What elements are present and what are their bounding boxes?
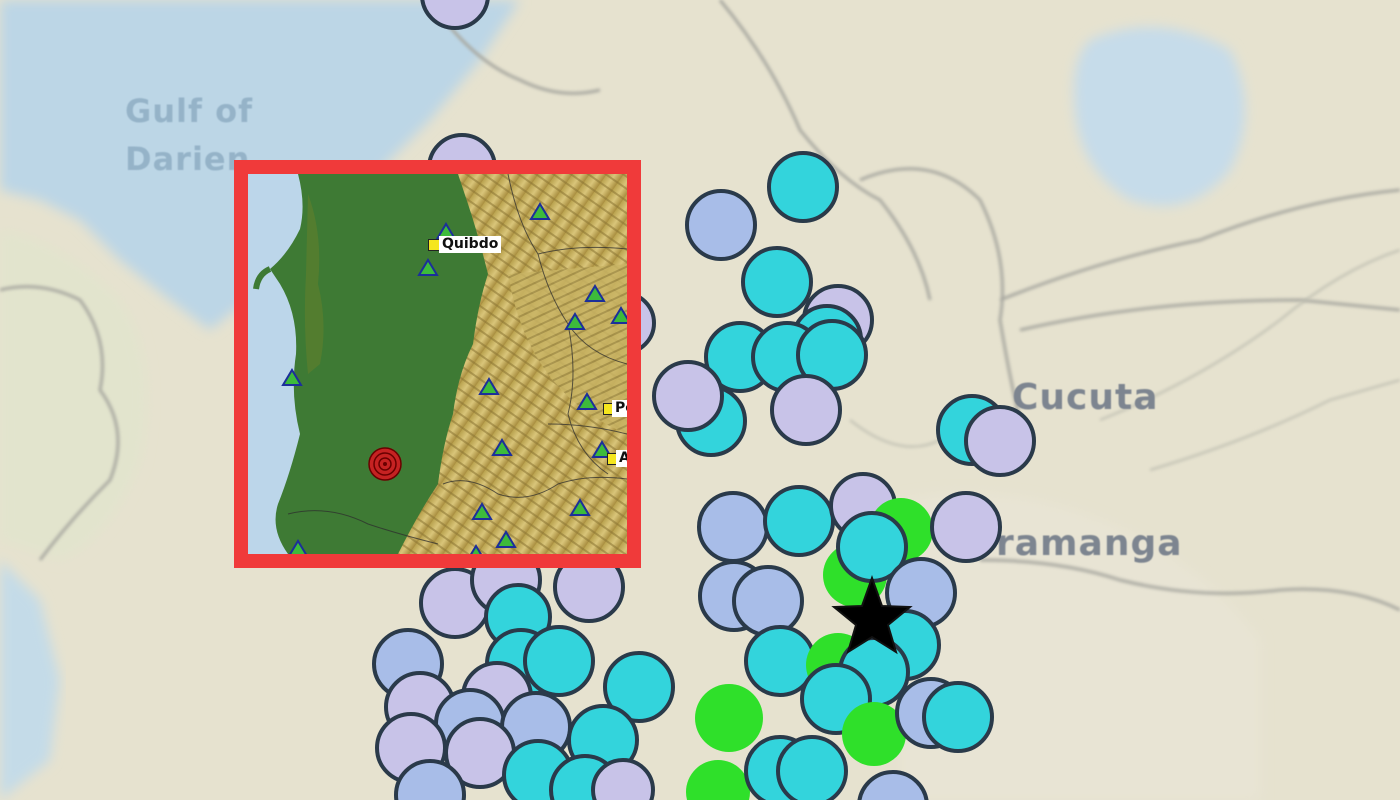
event-marker[interactable] (685, 189, 757, 261)
event-marker[interactable] (697, 491, 769, 563)
event-marker[interactable] (770, 374, 842, 446)
inset-city-label-quibdo: Quibdo (439, 236, 502, 253)
event-marker[interactable] (695, 684, 763, 752)
inset-city-label-ar: Ar (616, 450, 627, 467)
event-marker[interactable] (591, 758, 655, 800)
inset-terrain (248, 174, 627, 554)
event-marker[interactable] (652, 360, 724, 432)
event-marker[interactable] (857, 770, 929, 800)
event-marker[interactable] (964, 405, 1036, 477)
event-marker[interactable] (763, 485, 835, 557)
event-marker[interactable] (732, 565, 804, 637)
event-marker[interactable] (930, 491, 1002, 563)
event-marker[interactable] (767, 151, 839, 223)
map-stage[interactable]: Gulf of Darien Cucuta ramanga Quibdo Pe … (0, 0, 1400, 800)
event-marker[interactable] (741, 246, 813, 318)
event-marker[interactable] (420, 0, 490, 30)
event-marker[interactable] (523, 625, 595, 697)
event-marker[interactable] (776, 735, 848, 800)
event-marker[interactable] (686, 760, 750, 800)
inset-city-label-pe: Pe (612, 400, 627, 417)
seismic-events-layer (372, 0, 1036, 800)
inset-map[interactable]: Quibdo Pe Ar (234, 160, 641, 568)
concentric-circle-icon[interactable] (368, 447, 402, 481)
event-marker[interactable] (922, 681, 994, 753)
